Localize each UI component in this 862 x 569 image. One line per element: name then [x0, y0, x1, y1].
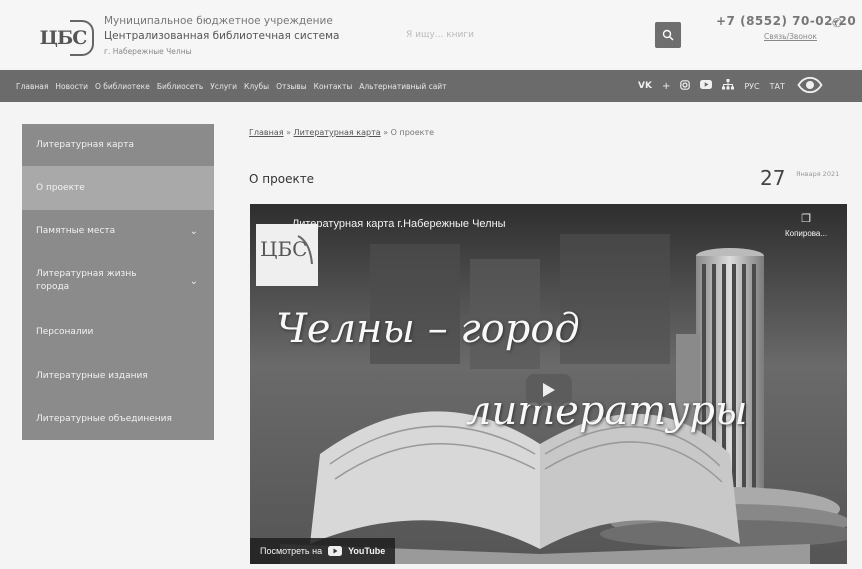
book-icon: [70, 20, 94, 56]
nav-item-alt-site[interactable]: Альтернативный сайт: [359, 82, 446, 91]
breadcrumb-current: О проекте: [390, 128, 435, 137]
org-line-3: г. Набережные Челны: [104, 47, 192, 56]
copy-icon: ❐: [801, 213, 811, 225]
site-header: ЦБС Муниципальное бюджетное учреждение Ц…: [0, 0, 862, 68]
sidebar-item-literary-map[interactable]: Литературная карта: [22, 124, 214, 166]
watch-on-label: Посмотреть на: [260, 546, 323, 556]
watch-on-youtube-button[interactable]: Посмотреть на YouTube: [250, 538, 396, 564]
sidebar-item-personalities[interactable]: Персоналии: [22, 310, 214, 354]
search-icon: [662, 29, 674, 41]
nav-item-news[interactable]: Новости: [55, 82, 88, 91]
breadcrumb-separator: »: [283, 128, 294, 137]
chevron-down-icon[interactable]: ⌄: [190, 276, 198, 287]
copy-label: Копирова...: [784, 229, 828, 238]
youtube-video-embed[interactable]: ЦБС Литературная карта г.Набережные Челн…: [250, 204, 847, 564]
sidebar-menu: Литературная карта О проекте Памятные ме…: [22, 124, 214, 440]
sidebar-item-memorable-places[interactable]: Памятные места ⌄: [22, 210, 214, 252]
search-input[interactable]: Я ищу... книги: [400, 22, 646, 48]
sidebar-item-label: Литературная жизнь города: [36, 269, 137, 292]
date-month: Января 2021: [796, 170, 840, 178]
overlay-title-line-2: литературы: [466, 388, 748, 434]
nav-item-contacts[interactable]: Контакты: [314, 82, 353, 91]
overlay-title-line-1: Челны – город: [276, 306, 580, 352]
lang-tat[interactable]: ТАТ: [770, 82, 785, 91]
lang-ru[interactable]: РУС: [744, 82, 759, 91]
nav-icons: VK + РУС ТАТ: [638, 70, 833, 102]
nav-item-services[interactable]: Услуги: [210, 82, 237, 91]
nav-menu: Главная Новости О библиотеке Библиосеть …: [16, 70, 454, 102]
sidebar-item-literary-editions[interactable]: Литературные издания: [22, 354, 214, 398]
sidebar-item-label: Литературная карта: [36, 140, 135, 150]
sidebar-item-label: Персоналии: [36, 327, 94, 337]
sitemap-icon[interactable]: [722, 79, 735, 93]
site-logo[interactable]: ЦБС: [30, 14, 96, 62]
main-nav: Главная Новости О библиотеке Библиосеть …: [0, 70, 862, 102]
play-icon: [543, 383, 555, 397]
org-line-1: Муниципальное бюджетное учреждение: [104, 15, 333, 27]
date-day: 27: [760, 166, 786, 190]
callback-link[interactable]: Связь/Звонок: [764, 32, 817, 41]
sidebar-item-about-project[interactable]: О проекте: [22, 166, 214, 210]
breadcrumb-separator: »: [380, 128, 391, 137]
play-button[interactable]: [526, 374, 572, 406]
org-line-2: Централизованная библиотечная система: [104, 30, 340, 42]
sidebar-item-literary-associations[interactable]: Литературные объединения: [22, 398, 214, 440]
sidebar-item-label: О проекте: [36, 183, 85, 193]
chevron-down-icon[interactable]: ⌄: [190, 226, 198, 237]
org-name: Муниципальное бюджетное учреждение Центр…: [104, 14, 339, 59]
breadcrumb-literary-map[interactable]: Литературная карта: [294, 128, 381, 137]
sidebar-item-label: Литературные издания: [36, 371, 148, 381]
svg-text:ЦБС: ЦБС: [260, 237, 307, 261]
sidebar-item-literary-life[interactable]: Литературная жизнь города ⌄: [22, 252, 214, 310]
breadcrumb-home[interactable]: Главная: [249, 128, 284, 137]
page-title: О проекте: [249, 172, 315, 186]
instagram-icon[interactable]: [680, 79, 691, 93]
youtube-logo-icon: [328, 546, 343, 556]
nav-item-reviews[interactable]: Отзывы: [276, 82, 307, 91]
copy-link-button[interactable]: ❐ Копирова...: [781, 212, 831, 238]
nav-item-network[interactable]: Библиосеть: [157, 82, 203, 91]
nav-item-home[interactable]: Главная: [16, 82, 48, 91]
youtube-icon[interactable]: [700, 80, 713, 92]
phone-icon: ✆: [832, 16, 843, 30]
plus-icon[interactable]: +: [662, 81, 670, 92]
nav-item-about[interactable]: О библиотеке: [95, 82, 150, 91]
sidebar-item-label: Литературные объединения: [36, 414, 172, 424]
youtube-label: YouTube: [348, 546, 386, 556]
eye-icon[interactable]: [797, 76, 823, 96]
breadcrumb: Главная » Литературная карта » О проекте: [249, 128, 434, 137]
video-title[interactable]: Литературная карта г.Набережные Челны: [292, 218, 506, 230]
nav-item-clubs[interactable]: Клубы: [244, 82, 269, 91]
vk-icon[interactable]: VK: [638, 81, 652, 91]
channel-logo: ЦБС: [256, 224, 318, 286]
sidebar-item-label: Памятные места: [36, 226, 116, 236]
search-button[interactable]: [655, 22, 681, 48]
